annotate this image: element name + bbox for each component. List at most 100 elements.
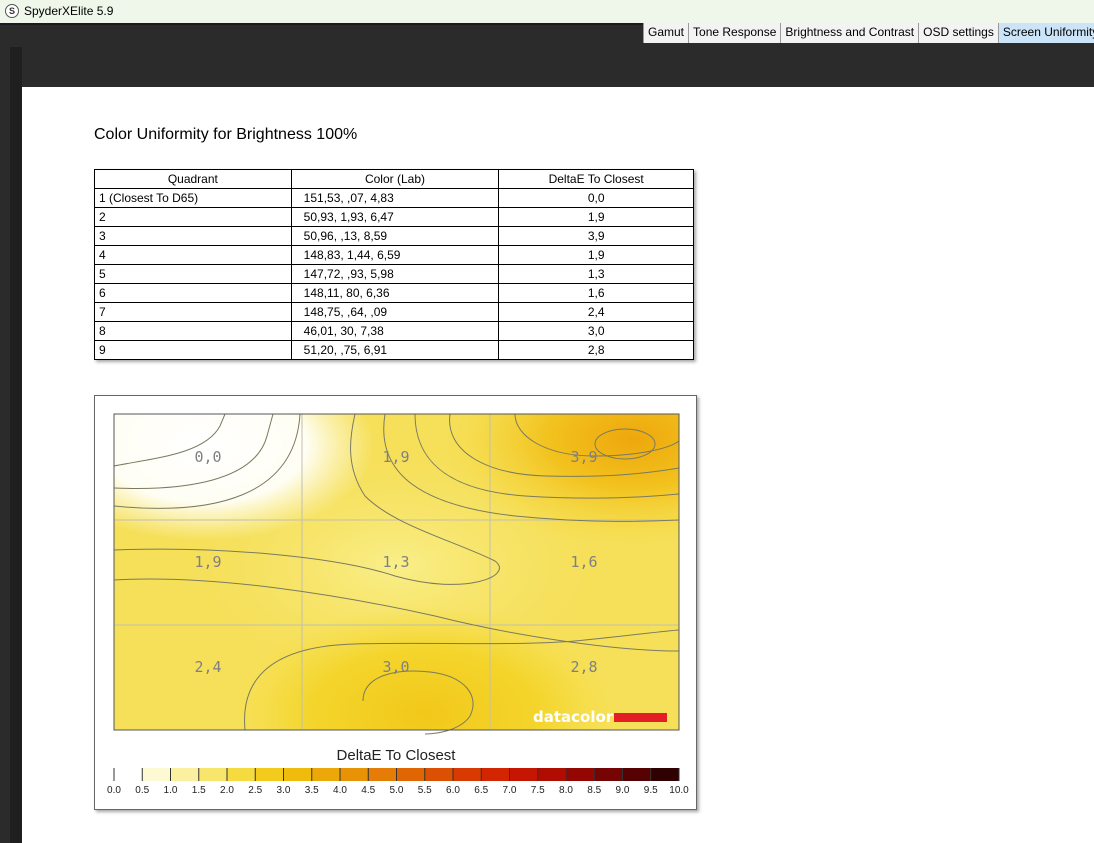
title-bar: S SpyderXElite 5.9 — [0, 0, 1094, 23]
legend-swatch — [227, 768, 256, 781]
report-tabs: Gamut Tone Response Brightness and Contr… — [643, 23, 1094, 43]
header-quadrant: Quadrant — [94, 169, 292, 189]
left-frame — [10, 47, 22, 843]
legend-tick-label: 0.0 — [107, 785, 121, 796]
legend-swatch — [255, 768, 284, 781]
datacolor-logo-bar — [614, 713, 667, 722]
legend-swatch — [198, 768, 227, 781]
cell-value-label: 1,9 — [194, 553, 221, 571]
legend-swatch — [650, 768, 679, 781]
cell-value-label: 1,9 — [382, 448, 409, 466]
legend-swatch — [481, 768, 510, 781]
table-row: 9 51,20, ,75, 6,91 2,8 — [94, 340, 694, 360]
lab-cell: 50,93, 1,93, 6,47 — [290, 207, 500, 227]
lab-cell: 148,83, 1,44, 6,59 — [290, 245, 500, 265]
deltae-cell: 3,0 — [498, 321, 694, 341]
legend-tick-label: 8.0 — [559, 785, 573, 796]
lab-cell: 51,20, ,75, 6,91 — [290, 340, 500, 360]
tab-tone-response[interactable]: Tone Response — [688, 23, 781, 43]
legend-swatch — [170, 768, 199, 781]
deltae-cell: 0,0 — [498, 188, 694, 208]
legend-tick-label: 1.0 — [164, 785, 178, 796]
legend-swatch — [311, 768, 340, 781]
quadrant-cell: 6 — [94, 283, 292, 303]
table-row: 2 50,93, 1,93, 6,47 1,9 — [94, 207, 694, 227]
lab-cell: 50,96, ,13, 8,59 — [290, 226, 500, 246]
deltae-cell: 1,9 — [498, 245, 694, 265]
legend-swatch — [396, 768, 425, 781]
legend-tick-label: 4.0 — [333, 785, 347, 796]
legend-title: DeltaE To Closest — [337, 747, 457, 764]
tab-brightness-contrast[interactable]: Brightness and Contrast — [780, 23, 919, 43]
deltae-cell: 2,4 — [498, 302, 694, 322]
legend-swatch — [509, 768, 538, 781]
table-row: 8 46,01, 30, 7,38 3,0 — [94, 321, 694, 341]
legend-tick-label: 2.5 — [248, 785, 262, 796]
cell-value-label: 1,3 — [382, 553, 409, 571]
lab-cell: 148,75, ,64, ,09 — [290, 302, 500, 322]
legend-swatch — [340, 768, 369, 781]
cell-value-label: 0,0 — [194, 448, 221, 466]
datacolor-logo-text: datacolor — [533, 708, 614, 726]
legend-tick-label: 2.0 — [220, 785, 234, 796]
deltae-cell: 1,9 — [498, 207, 694, 227]
legend-tick-label: 8.5 — [587, 785, 601, 796]
legend-tick-label: 3.0 — [277, 785, 291, 796]
tab-osd-settings[interactable]: OSD settings — [918, 23, 998, 43]
cell-value-label: 2,8 — [570, 658, 597, 676]
table-row: 3 50,96, ,13, 8,59 3,9 — [94, 226, 694, 246]
legend-swatch — [622, 768, 651, 781]
header-color-lab: Color (Lab) — [290, 169, 500, 189]
legend-tick-label: 4.5 — [361, 785, 375, 796]
legend-tick-label: 10.0 — [669, 785, 689, 796]
deltae-cell: 2,8 — [498, 340, 694, 360]
quadrant-cell: 7 — [94, 302, 292, 322]
legend-swatch — [424, 768, 453, 781]
app-logo-icon: S — [5, 4, 19, 18]
cell-value-label: 1,6 — [570, 553, 597, 571]
legend-tick-label: 9.0 — [616, 785, 630, 796]
legend-tick-label: 3.5 — [305, 785, 319, 796]
table-row: 6 148,11, 80, 6,36 1,6 — [94, 283, 694, 303]
tab-screen-uniformity[interactable]: Screen Uniformity — [997, 23, 1094, 43]
legend-swatch — [283, 768, 312, 781]
deltae-cell: 3,9 — [498, 226, 694, 246]
legend-swatch — [537, 768, 566, 781]
legend-tick-label: 1.5 — [192, 785, 206, 796]
quadrant-cell: 8 — [94, 321, 292, 341]
lab-cell: 148,11, 80, 6,36 — [290, 283, 500, 303]
deltae-cell: 1,6 — [498, 283, 694, 303]
report-title: Color Uniformity for Brightness 100% — [94, 126, 358, 143]
legend-swatch — [594, 768, 623, 781]
quadrant-cell: 5 — [94, 264, 292, 284]
table-row: 7 148,75, ,64, ,09 2,4 — [94, 302, 694, 322]
uniformity-chart: 0,0 1,9 3,9 1,9 1,3 1,6 2,4 3,0 2,8 data… — [107, 413, 689, 796]
table-row: 4 148,83, 1,44, 6,59 1,9 — [94, 245, 694, 265]
cell-value-label: 3,0 — [382, 658, 409, 676]
header-deltae: DeltaE To Closest — [498, 169, 694, 189]
quadrant-cell: 9 — [94, 340, 292, 360]
cell-value-label: 3,9 — [570, 448, 597, 466]
legend-swatch — [566, 768, 595, 781]
quadrant-cell: 2 — [94, 207, 292, 227]
heatmap-area: 0,0 1,9 3,9 1,9 1,3 1,6 2,4 3,0 2,8 data… — [113, 413, 680, 735]
deltae-cell: 1,3 — [498, 264, 694, 284]
uniformity-chart-frame: 0,0 1,9 3,9 1,9 1,3 1,6 2,4 3,0 2,8 data… — [94, 395, 697, 810]
table-row: 1 (Closest To D65) 151,53, ,07, 4,83 0,0 — [94, 188, 694, 208]
legend-tick-label: 5.5 — [418, 785, 432, 796]
tab-gamut[interactable]: Gamut — [643, 23, 689, 43]
legend-tick-label: 6.5 — [474, 785, 488, 796]
legend-tick-label: 9.5 — [644, 785, 658, 796]
legend-tick-label: 6.0 — [446, 785, 460, 796]
lab-cell: 151,53, ,07, 4,83 — [290, 188, 500, 208]
quadrant-cell: 3 — [94, 226, 292, 246]
legend-swatch — [114, 768, 143, 781]
quadrant-cell: 1 (Closest To D65) — [94, 188, 292, 208]
app-title: SpyderXElite 5.9 — [24, 4, 114, 18]
cell-value-label: 2,4 — [194, 658, 221, 676]
lab-cell: 147,72, ,93, 5,98 — [290, 264, 500, 284]
legend-tick-label: 7.0 — [503, 785, 517, 796]
uniformity-table: Quadrant Color (Lab) DeltaE To Closest 1… — [94, 169, 694, 360]
legend-swatch — [142, 768, 171, 781]
table-header-row: Quadrant Color (Lab) DeltaE To Closest — [94, 169, 694, 189]
